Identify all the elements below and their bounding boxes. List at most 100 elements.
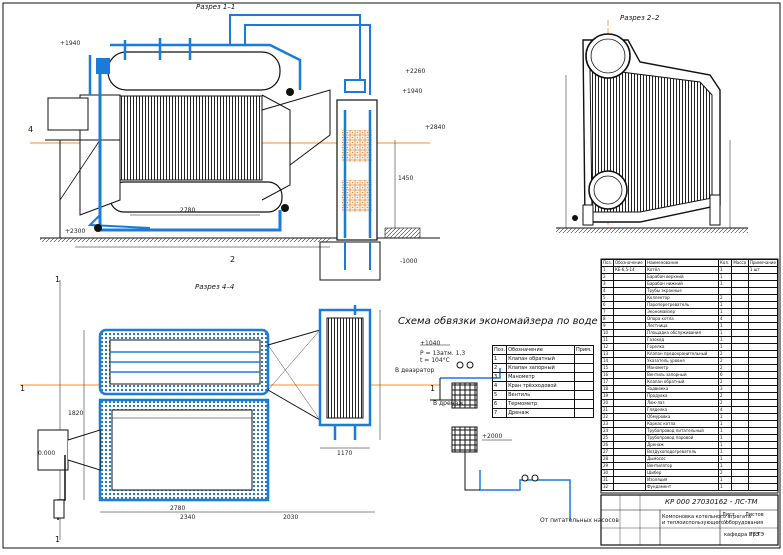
legend-name: Клапан обратный xyxy=(506,354,575,364)
spec-header-note: Примечание xyxy=(747,259,779,267)
spec-name: Гляделка xyxy=(645,406,720,414)
spec-name: Пароперегреватель xyxy=(645,301,720,309)
spec-pos: 23 xyxy=(601,420,614,428)
spec-row: 32 Фундамент 1 xyxy=(601,483,779,491)
spec-header-pos: Поз. xyxy=(601,259,614,267)
spec-header: Поз. Обозначение Наименование Кол. Масса… xyxy=(601,259,779,267)
spec-designation xyxy=(612,476,647,484)
spec-designation xyxy=(612,336,647,344)
spec-note xyxy=(747,448,779,456)
spec-name: Трубопровод питательный xyxy=(645,427,720,435)
legend-header: Поз. Обозначение Прим. xyxy=(491,345,594,355)
spec-name: Обмуровка xyxy=(645,413,720,421)
spec-mass xyxy=(731,266,749,274)
spec-qty: 1 xyxy=(718,434,733,442)
spec-mass xyxy=(731,308,749,316)
spec-name: Коллектор xyxy=(645,294,720,302)
spec-row: 4 Трубы экранные xyxy=(601,287,779,295)
spec-designation xyxy=(612,462,647,470)
tube-bank xyxy=(119,95,263,181)
view-label-top: Разрез 1–1 xyxy=(196,3,236,11)
spec-note xyxy=(747,371,779,379)
section-mark-plan-bottom: 1 xyxy=(55,535,61,544)
scheme-title: Схема обвязки экономайзера по воде xyxy=(398,316,598,327)
spec-mass xyxy=(731,273,749,281)
spec-qty: 2 xyxy=(718,364,733,372)
legend-pos: 1 xyxy=(491,354,508,364)
spec-mass xyxy=(731,427,749,435)
spec-pos: 28 xyxy=(601,455,614,463)
spec-pos: 31 xyxy=(601,476,614,484)
scheme-label-elev2: +2000 xyxy=(482,433,503,440)
spec-name: Дренаж xyxy=(645,441,720,449)
spec-qty: 1 xyxy=(718,476,733,484)
spec-mass xyxy=(731,448,749,456)
spec-name: Манометр xyxy=(645,364,720,372)
spec-name: Барабан нижний xyxy=(645,280,720,288)
spec-designation xyxy=(612,420,647,428)
spec-mass xyxy=(731,350,749,358)
spec-table: Поз. Обозначение Наименование Кол. Масса… xyxy=(601,259,779,491)
spec-pos: 18 xyxy=(601,385,614,393)
dim-plan-total: 2340 xyxy=(180,514,196,521)
spec-mass xyxy=(731,385,749,393)
spec-name: Клапан обратный xyxy=(645,378,720,386)
spec-designation xyxy=(612,406,647,414)
spec-name: Указатель уровня xyxy=(645,357,720,365)
legend-name: Клапан запорный xyxy=(506,363,575,373)
spec-row: 23 Каркас котла 1 xyxy=(601,420,779,428)
spec-mass xyxy=(731,371,749,379)
economizer-lower-block xyxy=(342,180,372,212)
spec-qty: 2 xyxy=(718,294,733,302)
spec-name: Фундамент xyxy=(645,483,720,491)
spec-note xyxy=(747,336,779,344)
spec-row: 28 Дымосос 1 xyxy=(601,455,779,463)
legend-row: 2 Клапан запорный xyxy=(491,363,594,373)
spec-row: 6 Пароперегреватель 1 xyxy=(601,301,779,309)
spec-qty: 1 xyxy=(718,455,733,463)
spec-name: Каркас котла xyxy=(645,420,720,428)
spec-qty: 2 xyxy=(718,350,733,358)
spec-note xyxy=(747,455,779,463)
section-mark-plan-right: 1 xyxy=(430,384,436,393)
spec-name: Изоляция xyxy=(645,476,720,484)
spec-row: 20 Люк-лаз 2 xyxy=(601,399,779,407)
spec-pos: 6 xyxy=(601,301,614,309)
dim-plan-width: 1820 xyxy=(68,410,84,417)
spec-header-name: Наименование xyxy=(645,259,720,267)
elevation-4: +1940 xyxy=(60,40,81,47)
spec-note xyxy=(747,413,779,421)
spec-qty: 1 xyxy=(718,336,733,344)
spec-row: 29 Вентилятор 1 xyxy=(601,462,779,470)
legend-name: Кран трёхходовой xyxy=(506,381,575,391)
legend-pos: 6 xyxy=(491,399,508,409)
section-mark-left: 4 xyxy=(28,125,34,134)
spec-row: 13 Клапан предохранительный 2 xyxy=(601,350,779,358)
spec-row: 15 Манометр 2 xyxy=(601,364,779,372)
legend-row: 5 Вентиль xyxy=(491,390,594,400)
spec-header-mass: Масса xyxy=(731,259,749,267)
spec-qty: 1 xyxy=(718,462,733,470)
spec-pos: 19 xyxy=(601,392,614,400)
spec-note xyxy=(747,420,779,428)
spec-note xyxy=(747,434,779,442)
legend-name: Вентиль xyxy=(506,390,575,400)
spec-row: 27 Воздухоподогреватель 1 xyxy=(601,448,779,456)
legend-row: 1 Клапан обратный xyxy=(491,354,594,364)
spec-note xyxy=(747,308,779,316)
spec-row: 16 Вентиль запорный 6 xyxy=(601,371,779,379)
spec-designation xyxy=(612,280,647,288)
upper-drum xyxy=(107,51,281,91)
spec-note xyxy=(747,329,779,337)
stamp-sheet: Лист xyxy=(722,512,735,518)
spec-row: 30 Шибер 2 xyxy=(601,469,779,477)
spec-qty: 1 xyxy=(718,427,733,435)
dim-plan-right: 2030 xyxy=(283,514,299,521)
dim-econ-height: 1450 xyxy=(398,175,414,182)
spec-name: Продувка xyxy=(645,392,720,400)
cross-upper-drum xyxy=(585,33,631,79)
spec-qty: 2 xyxy=(718,357,733,365)
section-mark-plan-left: 1 xyxy=(20,384,26,393)
stamp-sheets: Листов xyxy=(745,512,764,518)
spec-pos: 22 xyxy=(601,413,614,421)
